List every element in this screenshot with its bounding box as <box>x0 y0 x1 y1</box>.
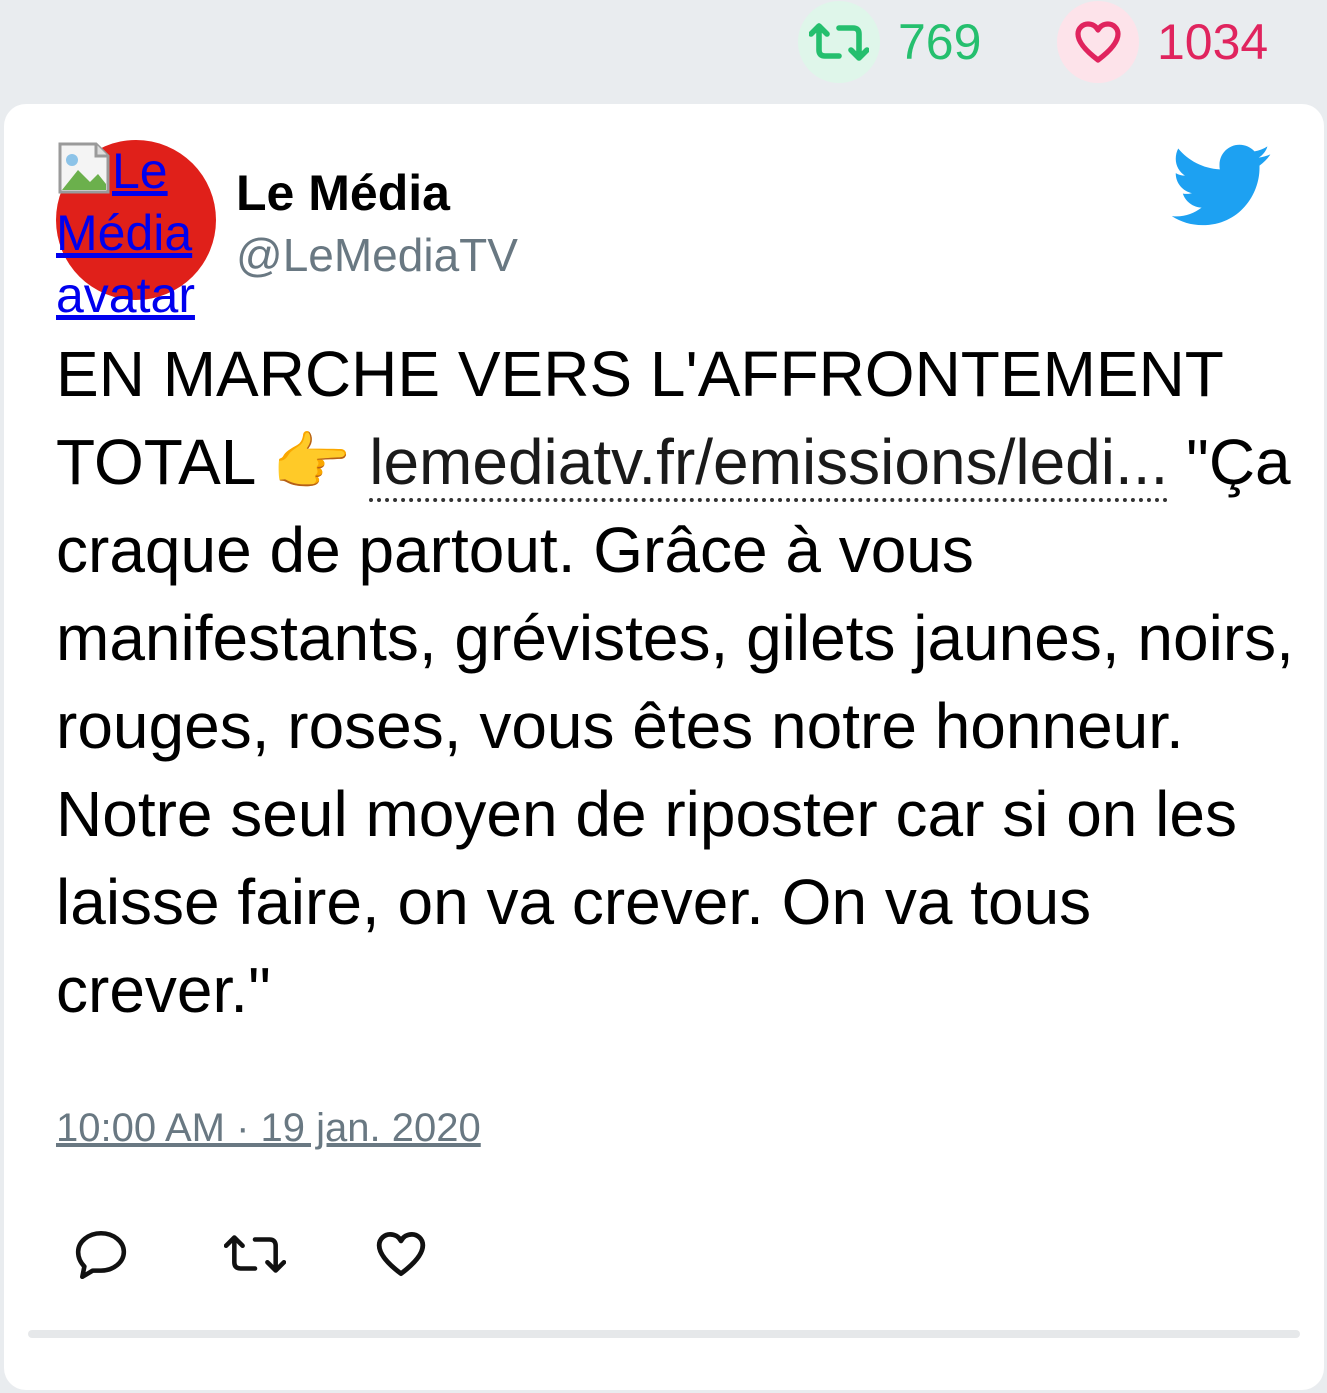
avatar[interactable]: Le Média avatar <box>56 140 216 323</box>
engagement-stats: 769 1034 <box>0 0 1327 104</box>
like-count: 1034 <box>1157 14 1269 70</box>
retweet-stat[interactable]: 769 <box>798 0 981 84</box>
heart-icon <box>1057 1 1139 83</box>
divider <box>28 1330 1300 1338</box>
heart-icon <box>376 1231 426 1277</box>
twitter-bird-icon[interactable] <box>1171 144 1272 228</box>
tweet-card: Le Média avatar Le Média @LeMediaTV EN M… <box>4 104 1324 1390</box>
tweet-text-part2: "Ça craque de partout. Grâce à vous mani… <box>56 426 1312 1026</box>
retweet-count: 769 <box>898 14 982 70</box>
author-name[interactable]: Le Média <box>236 164 450 222</box>
retweet-button[interactable] <box>206 1222 356 1286</box>
tweet-text: EN MARCHE VERS L'AFFRONTEMENT TOTAL 👉 le… <box>56 330 1296 1034</box>
broken-image-icon <box>58 142 110 194</box>
like-stat[interactable]: 1034 <box>1057 0 1268 84</box>
tweet-link[interactable]: lemediatv.fr/emissions/ledi... <box>369 426 1169 502</box>
tweet-actions <box>56 1222 506 1286</box>
retweet-icon <box>798 1 880 83</box>
author-handle[interactable]: @LeMediaTV <box>236 228 518 282</box>
like-button[interactable] <box>356 1222 506 1286</box>
tweet-timestamp[interactable]: 10:00 AM · 19 jan. 2020 <box>56 1106 481 1151</box>
reply-button[interactable] <box>56 1222 206 1286</box>
reply-icon <box>75 1230 127 1279</box>
retweet-icon <box>224 1235 286 1273</box>
avatar-alt-text[interactable]: Le Média avatar <box>56 140 216 326</box>
